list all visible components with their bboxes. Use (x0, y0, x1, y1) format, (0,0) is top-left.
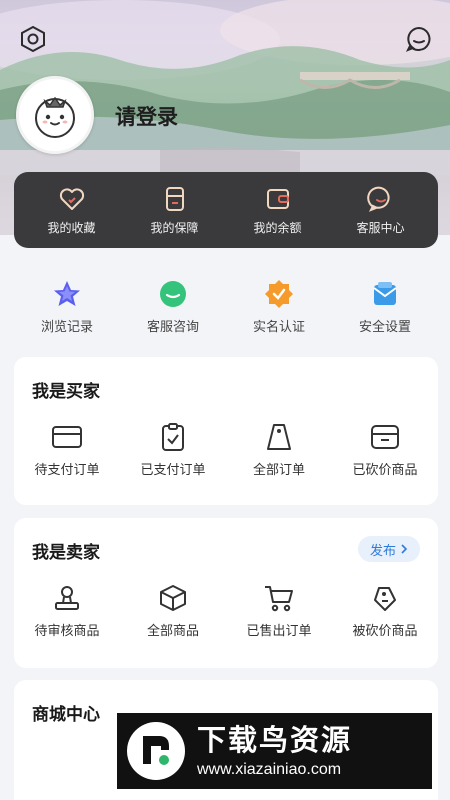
watermark-url: www.xiazainiao.com (197, 761, 342, 778)
seller-sold-orders[interactable]: 已售出订单 (229, 584, 329, 639)
action-label: 已售出订单 (246, 624, 312, 639)
buyer-all-orders[interactable]: 全部订单 (229, 423, 329, 478)
shortcut-browse-history[interactable]: 浏览记录 (17, 278, 117, 338)
cube-icon (160, 585, 186, 611)
buyer-paid-orders[interactable]: 已支付订单 (123, 423, 223, 478)
price-tag-icon (374, 587, 396, 611)
action-label: 待审核商品 (34, 624, 100, 639)
shortcut-security-settings[interactable]: 安全设置 (335, 278, 435, 338)
action-label: 已支付订单 (140, 463, 206, 478)
seller-pending-review[interactable]: 待审核商品 (17, 584, 117, 639)
seller-all-goods[interactable]: 全部商品 (123, 584, 223, 639)
shortcut-verification[interactable]: 实名认证 (229, 278, 329, 338)
watermark-banner: 下载鸟资源 www.xiazainiao.com (117, 713, 432, 789)
shortcut-label: 浏览记录 (40, 320, 93, 335)
heart-icon (59, 187, 84, 210)
buyer-bargained-goods[interactable]: 已砍价商品 (335, 423, 435, 478)
action-label: 待支付订单 (34, 463, 100, 478)
quick-item-label: 我的保障 (150, 220, 199, 235)
buyer-actions: 待支付订单 已支付订单 全部订单 已砍价商品 (14, 423, 438, 478)
avatar[interactable] (16, 76, 94, 154)
quick-access-card: 我的收藏 我的保障 我的余额 客服中心 (14, 172, 438, 248)
watermark-text: 下载鸟资源 www.xiazainiao.com (197, 723, 352, 779)
seller-bargained-goods[interactable]: 被砍价商品 (335, 584, 435, 639)
quick-item-balance[interactable]: 我的余额 (233, 185, 323, 236)
seller-section: 我是卖家 发布 待审核商品 全部商品 已售出订单 被砍价商品 (14, 518, 438, 668)
wallet-icon (266, 188, 289, 209)
shortcut-row: 浏览记录 客服咨询 实名认证 安全设置 (14, 278, 438, 338)
chat-bubble-icon (160, 281, 186, 307)
quick-item-label: 我的收藏 (47, 220, 96, 235)
login-prompt[interactable]: 请登录 (115, 101, 178, 131)
action-label: 已砍价商品 (352, 463, 418, 478)
verified-badge-icon (265, 280, 293, 308)
watermark-title: 下载鸟资源 (197, 723, 353, 757)
quick-item-service-center[interactable]: 客服中心 (336, 185, 426, 236)
box-card-icon (371, 425, 399, 449)
settings-button[interactable] (18, 24, 48, 54)
action-label: 被砍价商品 (352, 624, 418, 639)
action-label: 全部订单 (252, 463, 305, 478)
shortcut-label: 客服咨询 (146, 320, 199, 335)
chevron-right-icon (401, 544, 408, 554)
shortcut-label: 安全设置 (358, 320, 411, 335)
watermark-logo (123, 718, 189, 784)
action-label: 全部商品 (146, 624, 199, 639)
clipboard-check-icon (162, 423, 184, 451)
section-title: 我是卖家 (32, 543, 100, 563)
section-title: 商城中心 (32, 705, 100, 725)
document-icon (165, 186, 184, 211)
shortcut-label: 实名认证 (252, 320, 305, 335)
tag-icon (267, 424, 291, 450)
tomato-avatar-icon (35, 96, 75, 138)
hexagon-settings-icon (21, 25, 45, 53)
quick-item-favorites[interactable]: 我的收藏 (27, 185, 117, 236)
quick-item-protection[interactable]: 我的保障 (130, 185, 220, 236)
buyer-pending-payment[interactable]: 待支付订单 (17, 423, 117, 478)
seller-actions: 待审核商品 全部商品 已售出订单 被砍价商品 (14, 584, 438, 639)
section-title: 我是买家 (32, 382, 100, 402)
publish-label: 发布 (369, 543, 396, 559)
stamp-icon (55, 586, 79, 610)
chat-icon (366, 186, 390, 212)
message-icon (405, 26, 431, 52)
card-icon (52, 426, 82, 448)
shortcut-customer-service[interactable]: 客服咨询 (123, 278, 223, 338)
buyer-section: 我是买家 待支付订单 已支付订单 全部订单 已砍价商品 (14, 357, 438, 505)
quick-item-label: 我的余额 (253, 220, 302, 235)
star-icon (54, 281, 80, 306)
publish-button[interactable]: 发布 (357, 536, 420, 562)
bird-logo-icon (127, 722, 185, 780)
message-button[interactable] (404, 24, 434, 54)
quick-item-label: 客服中心 (356, 220, 405, 235)
cart-icon (265, 586, 293, 612)
shield-mail-icon (373, 282, 397, 305)
